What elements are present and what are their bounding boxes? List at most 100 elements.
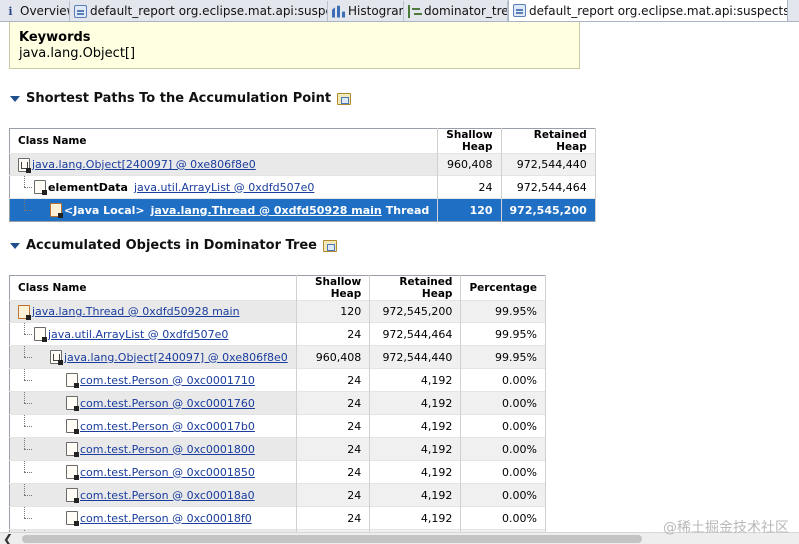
retained-heap-value: 4,192 xyxy=(369,391,462,415)
percentage-value: 99.95% xyxy=(460,322,546,346)
shallow-heap-value: 24 xyxy=(296,460,371,484)
column-header[interactable]: Percentage xyxy=(460,275,546,301)
retained-heap-value: 4,192 xyxy=(369,483,462,507)
array-object-icon xyxy=(18,157,31,173)
tree-guide xyxy=(18,461,66,483)
watermark: @稀土掘金技术社区 xyxy=(663,520,789,536)
section-shortest-paths[interactable]: Shortest Paths To the Accumulation Point xyxy=(10,91,352,106)
tree-guide xyxy=(18,415,66,437)
percentage-value: 0.00% xyxy=(460,437,546,461)
tree-guide xyxy=(18,484,66,506)
table-row[interactable]: com.test.Person @ 0xc0001850 24 4,192 0.00% xyxy=(9,460,546,484)
object-link[interactable]: com.test.Person @ 0xc0001760 xyxy=(80,397,255,410)
field-name: elementData xyxy=(48,180,128,194)
tab-overview[interactable]: i Overview xyxy=(0,1,70,21)
section-accumulated-objects[interactable]: Accumulated Objects in Dominator Tree xyxy=(10,238,337,253)
table-row[interactable]: java.lang.Object[240097] @ 0xe806f8e0 96… xyxy=(9,153,596,176)
table-row[interactable]: java.util.ArrayList @ 0xdfd507e0 24 972,54… xyxy=(9,322,546,346)
percentage-value: 99.95% xyxy=(460,345,546,369)
table-row[interactable]: java.lang.Thread @ 0xdfd50928 main 120 972… xyxy=(9,300,546,323)
table-row[interactable]: java.lang.Object[240097] @ 0xe806f8e0 960… xyxy=(9,345,546,369)
column-header[interactable]: Class Name xyxy=(9,275,297,301)
retained-heap-value: 972,544,464 xyxy=(369,322,462,346)
column-header[interactable]: Class Name xyxy=(9,128,439,154)
histogram-icon xyxy=(332,5,345,18)
thread-object-icon xyxy=(50,203,63,218)
percentage-value: 0.00% xyxy=(460,506,546,530)
tree-guide xyxy=(18,176,34,198)
shallow-heap-value: 24 xyxy=(437,175,502,199)
column-header[interactable]: Shallow Heap xyxy=(437,128,502,154)
tree-guide xyxy=(18,369,66,391)
object-link[interactable]: java.util.ArrayList @ 0xdfd507e0 xyxy=(48,328,228,341)
section-title: Accumulated Objects in Dominator Tree xyxy=(26,238,317,253)
retained-heap-value: 972,545,200 xyxy=(369,300,462,323)
object-link[interactable]: java.lang.Thread @ 0xdfd50928 main xyxy=(32,305,240,318)
collapse-triangle-icon[interactable] xyxy=(10,95,20,102)
shortest-paths-table: Class Name Shallow Heap Retained Heap ja… xyxy=(9,128,596,222)
percentage-value: 0.00% xyxy=(460,483,546,507)
object-link[interactable]: com.test.Person @ 0xc00017b0 xyxy=(80,420,255,433)
object-link[interactable]: java.lang.Object[240097] @ 0xe806f8e0 xyxy=(64,351,288,364)
shallow-heap-value: 24 xyxy=(296,483,371,507)
retained-heap-value: 4,192 xyxy=(369,414,462,438)
tab-label: default_report org.eclipse.mat.api:suspe… xyxy=(90,4,328,18)
object-link[interactable]: com.test.Person @ 0xc0001800 xyxy=(80,443,255,456)
percentage-value: 99.95% xyxy=(460,300,546,323)
shallow-heap-value: 24 xyxy=(296,391,371,415)
percentage-value: 0.00% xyxy=(460,414,546,438)
tab-label: dominator_tree xyxy=(424,4,508,18)
object-icon xyxy=(66,488,79,503)
object-link[interactable]: com.test.Person @ 0xc0001710 xyxy=(80,374,255,387)
object-link[interactable]: com.test.Person @ 0xc00018a0 xyxy=(80,489,255,502)
scrollbar-thumb[interactable] xyxy=(22,535,642,543)
info-icon: i xyxy=(8,4,13,18)
keywords-box: Keywords java.lang.Object[] xyxy=(9,22,580,69)
keywords-title: Keywords xyxy=(19,30,91,45)
retained-heap-value: 972,544,440 xyxy=(501,153,596,176)
copy-icon[interactable] xyxy=(337,92,352,105)
table-row[interactable]: elementData java.util.ArrayList @ 0xdfd5… xyxy=(9,175,596,199)
table-row-selected[interactable]: <Java Local> java.lang.Thread @ 0xdfd509… xyxy=(9,198,596,222)
table-row[interactable]: com.test.Person @ 0xc00018a0 24 4,192 0.00% xyxy=(9,483,546,507)
shallow-heap-value: 24 xyxy=(296,437,371,461)
column-header[interactable]: Shallow Heap xyxy=(296,275,371,301)
tab-dominator-tree[interactable]: dominator_tree xyxy=(404,1,508,21)
object-icon xyxy=(66,373,79,388)
tree-guide xyxy=(18,438,66,460)
tab-default-report-2[interactable]: default_report org.eclipse.mat.api:suspe… xyxy=(508,0,788,21)
object-link[interactable]: java.util.ArrayList @ 0xdfd507e0 xyxy=(134,181,314,194)
column-header[interactable]: Retained Heap xyxy=(501,128,596,154)
thread-object-icon xyxy=(18,304,31,320)
column-header[interactable]: Retained Heap xyxy=(369,275,462,301)
object-link[interactable]: com.test.Person @ 0xc00018f0 xyxy=(80,512,252,525)
keywords-value: java.lang.Object[] xyxy=(19,46,136,61)
thread-suffix: Thread xyxy=(385,203,430,217)
object-link[interactable]: java.lang.Object[240097] @ 0xe806f8e0 xyxy=(32,158,256,171)
tab-histogram[interactable]: Histogram xyxy=(328,1,404,21)
shallow-heap-value: 960,408 xyxy=(296,345,371,369)
table-row[interactable]: com.test.Person @ 0xc00017b0 24 4,192 0.00% xyxy=(9,414,546,438)
tab-label: default_report org.eclipse.mat.api:suspe… xyxy=(529,3,788,18)
scroll-left-icon[interactable]: ❮ xyxy=(3,533,13,544)
object-link[interactable]: java.lang.Thread @ 0xdfd50928 main xyxy=(151,204,382,217)
percentage-value: 0.00% xyxy=(460,391,546,415)
tree-icon xyxy=(408,4,421,18)
object-icon xyxy=(34,180,47,195)
collapse-triangle-icon[interactable] xyxy=(10,242,20,249)
object-link[interactable]: com.test.Person @ 0xc0001850 xyxy=(80,466,255,479)
shallow-heap-value: 960,408 xyxy=(437,153,502,176)
retained-heap-value: 4,192 xyxy=(369,368,462,392)
shallow-heap-value: 24 xyxy=(296,368,371,392)
copy-icon[interactable] xyxy=(323,239,337,252)
tree-guide xyxy=(18,323,34,345)
tree-guide xyxy=(18,199,50,221)
shallow-heap-value: 120 xyxy=(437,198,502,222)
tab-default-report-1[interactable]: default_report org.eclipse.mat.api:suspe… xyxy=(70,1,328,21)
table-row[interactable]: com.test.Person @ 0xc0001760 24 4,192 0.00% xyxy=(9,391,546,415)
table-row[interactable]: com.test.Person @ 0xc0001800 24 4,192 0.00% xyxy=(9,437,546,461)
table-row[interactable]: com.test.Person @ 0xc00018f0 24 4,192 0.00% xyxy=(9,506,546,530)
table-row[interactable]: com.test.Person @ 0xc0001710 24 4,192 0.00% xyxy=(9,368,546,392)
tab-label: Histogram xyxy=(348,4,403,18)
retained-heap-value: 972,544,440 xyxy=(369,345,462,369)
